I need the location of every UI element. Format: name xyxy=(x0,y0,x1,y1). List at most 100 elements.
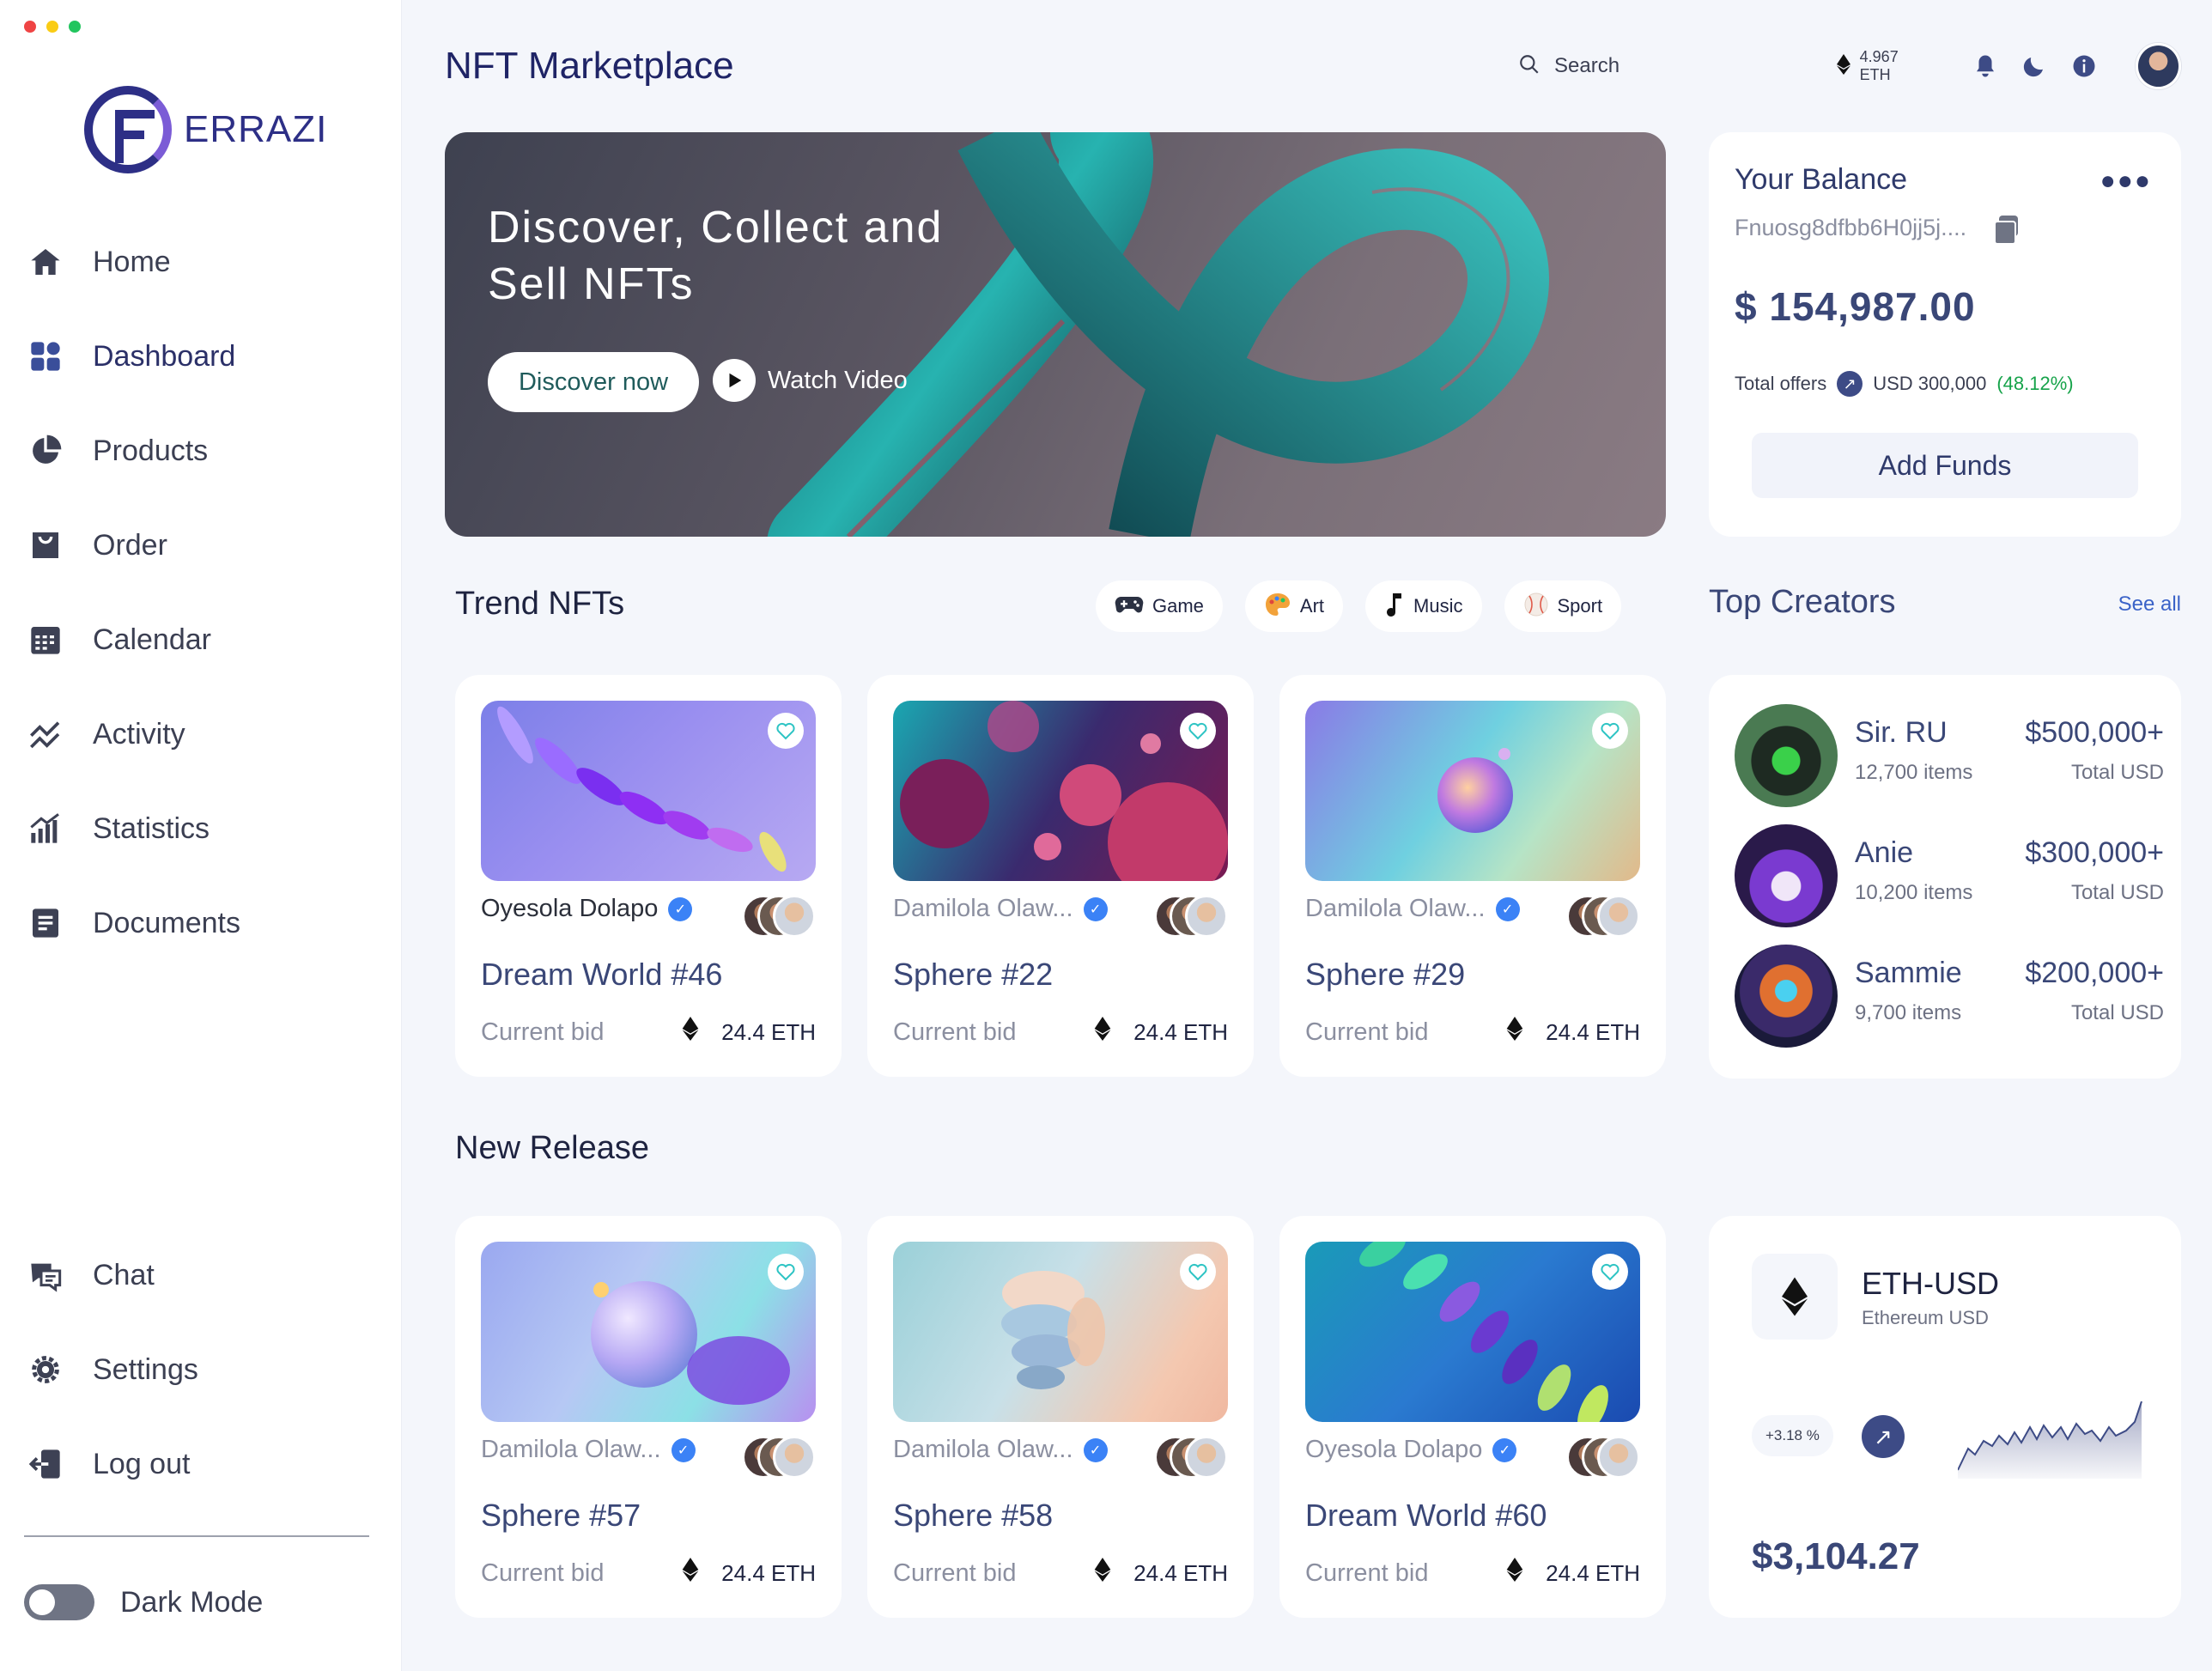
nft-author[interactable]: Damilola Olaw... ✓ xyxy=(1305,895,1520,923)
sidebar-item-label: Documents xyxy=(93,906,240,939)
nft-image xyxy=(1305,1242,1640,1422)
favorite-heart-icon[interactable] xyxy=(768,1254,804,1290)
owner-avatar xyxy=(1597,1436,1640,1479)
creator-avatar xyxy=(1735,824,1838,927)
creator-row[interactable]: Anie 10,200 items $300,000+ Total USD xyxy=(1735,824,2164,927)
sidebar-item-documents[interactable]: Documents xyxy=(0,876,402,970)
user-avatar[interactable] xyxy=(2135,43,2181,89)
arrow-up-right-icon: ↗ xyxy=(1837,371,1863,397)
dashboard-icon xyxy=(27,338,64,374)
favorite-heart-icon[interactable] xyxy=(1592,713,1628,749)
nft-card[interactable]: Oyesola Dolapo ✓ Dream World #60 Current… xyxy=(1279,1216,1666,1618)
dark-mode-row: Dark Mode xyxy=(24,1584,263,1620)
more-options-icon[interactable]: ●●● xyxy=(2100,167,2152,196)
nft-artwork xyxy=(591,1281,790,1405)
sidebar-item-label: Chat xyxy=(93,1258,155,1291)
logout-icon xyxy=(27,1446,64,1482)
creator-row[interactable]: Sammie 9,700 items $200,000+ Total USD xyxy=(1735,945,2164,1048)
copy-icon[interactable] xyxy=(1994,215,2019,245)
verified-badge-icon: ✓ xyxy=(1492,1437,1517,1462)
logo-icon xyxy=(84,86,172,173)
filter-sport[interactable]: Sport xyxy=(1504,580,1622,632)
creator-avatar xyxy=(1735,704,1838,807)
ethereum-icon xyxy=(682,1558,699,1589)
favorite-heart-icon[interactable] xyxy=(1592,1254,1628,1290)
sidebar-item-dashboard[interactable]: Dashboard xyxy=(0,309,402,404)
gear-icon xyxy=(27,1352,64,1388)
favorite-heart-icon[interactable] xyxy=(1180,713,1216,749)
owner-avatar xyxy=(773,895,816,938)
watch-video-button[interactable]: Watch Video xyxy=(713,359,908,402)
wallet-balance[interactable]: 4.967 ETH xyxy=(1814,42,1954,90)
dark-mode-toggle[interactable] xyxy=(24,1584,94,1620)
author-name: Oyesola Dolapo xyxy=(1305,1436,1483,1463)
minimize-window-button[interactable] xyxy=(46,21,58,33)
maximize-window-button[interactable] xyxy=(69,21,81,33)
new-release-title: New Release xyxy=(455,1130,649,1166)
sidebar-item-settings[interactable]: Settings xyxy=(0,1322,402,1417)
favorite-heart-icon[interactable] xyxy=(768,713,804,749)
sidebar-item-products[interactable]: Products xyxy=(0,404,402,498)
currency-pair: ETH-USD xyxy=(1862,1266,1999,1301)
nft-author[interactable]: Damilola Olaw... ✓ xyxy=(893,1436,1108,1464)
brand-logo[interactable]: ERRAZI xyxy=(84,86,327,173)
sidebar-item-home[interactable]: Home xyxy=(0,215,402,309)
sidebar-item-logout[interactable]: Log out xyxy=(0,1417,402,1511)
discover-now-button[interactable]: Discover now xyxy=(488,352,699,412)
creator-items: 10,200 items xyxy=(1855,881,1973,904)
sidebar-item-activity[interactable]: Activity xyxy=(0,687,402,781)
current-bid-label: Current bid xyxy=(893,1018,1017,1046)
nft-title: Sphere #57 xyxy=(481,1498,641,1533)
nft-card[interactable]: Oyesola Dolapo ✓ Dream World #46 Current… xyxy=(455,675,842,1077)
close-window-button[interactable] xyxy=(24,21,36,33)
sidebar-item-statistics[interactable]: Statistics xyxy=(0,781,402,876)
chat-icon xyxy=(27,1257,64,1293)
creator-items: 9,700 items xyxy=(1855,1001,1962,1024)
search-bar[interactable] xyxy=(1494,39,1800,93)
eth-usd-widget[interactable]: ETH-USD Ethereum USD +3.18 % ↗ $3,104.27 xyxy=(1709,1216,2181,1618)
ethereum-icon xyxy=(1506,1017,1523,1048)
total-offers-value: USD 300,000 xyxy=(1873,373,1987,394)
nft-card[interactable]: Damilola Olaw... ✓ Sphere #57 Current bi… xyxy=(455,1216,842,1618)
filter-game[interactable]: Game xyxy=(1096,580,1223,632)
current-bid-label: Current bid xyxy=(1305,1559,1429,1587)
filter-art[interactable]: Art xyxy=(1244,580,1344,632)
arrow-up-right-icon: ↗ xyxy=(1862,1415,1905,1458)
nft-artwork xyxy=(497,706,787,872)
currency-name: Ethereum USD xyxy=(1862,1307,1989,1328)
current-bid: 24.4 ETH xyxy=(1094,1017,1228,1048)
verified-badge-icon: ✓ xyxy=(1495,896,1520,921)
filter-music[interactable]: Music xyxy=(1365,580,1482,632)
sidebar-item-order[interactable]: Order xyxy=(0,498,402,592)
see-all-link[interactable]: See all xyxy=(2118,592,2181,617)
pie-chart-icon xyxy=(27,433,64,469)
verified-badge-icon: ✓ xyxy=(671,1437,696,1462)
nft-title: Dream World #46 xyxy=(481,957,723,992)
nft-title: Sphere #29 xyxy=(1305,957,1466,992)
nft-card[interactable]: Damilola Olaw... ✓ Sphere #29 Current bi… xyxy=(1279,675,1666,1077)
author-name: Damilola Olaw... xyxy=(481,1436,661,1463)
nft-author[interactable]: Damilola Olaw... ✓ xyxy=(481,1436,696,1464)
sidebar-item-chat[interactable]: Chat xyxy=(0,1228,402,1322)
top-creators-title: Top Creators xyxy=(1709,584,1896,620)
nft-card[interactable]: Damilola Olaw... ✓ Sphere #58 Current bi… xyxy=(867,1216,1254,1618)
current-bid-value: 24.4 ETH xyxy=(721,1559,816,1586)
sidebar-item-label: Calendar xyxy=(93,623,211,656)
trend-nfts-title: Trend NFTs xyxy=(455,586,625,622)
owner-avatar xyxy=(773,1436,816,1479)
creator-total: $300,000+ xyxy=(2025,836,2164,869)
sidebar-item-calendar[interactable]: Calendar xyxy=(0,592,402,687)
add-funds-button[interactable]: Add Funds xyxy=(1752,433,2138,498)
secondary-nav: Chat Settings Log out xyxy=(0,1228,402,1511)
nft-card[interactable]: Damilola Olaw... ✓ Sphere #22 Current bi… xyxy=(867,675,1254,1077)
nft-author[interactable]: Oyesola Dolapo ✓ xyxy=(481,895,693,923)
nft-author[interactable]: Damilola Olaw... ✓ xyxy=(893,895,1108,923)
current-bid: 24.4 ETH xyxy=(1506,1558,1640,1589)
favorite-heart-icon[interactable] xyxy=(1180,1254,1216,1290)
creator-row[interactable]: Sir. RU 12,700 items $500,000+ Total USD xyxy=(1735,704,2164,807)
search-input[interactable] xyxy=(1554,54,1778,78)
nft-author[interactable]: Oyesola Dolapo ✓ xyxy=(1305,1436,1517,1464)
bell-icon[interactable] xyxy=(1968,49,2002,83)
moon-icon[interactable] xyxy=(2018,49,2051,83)
info-icon[interactable] xyxy=(2067,49,2100,83)
